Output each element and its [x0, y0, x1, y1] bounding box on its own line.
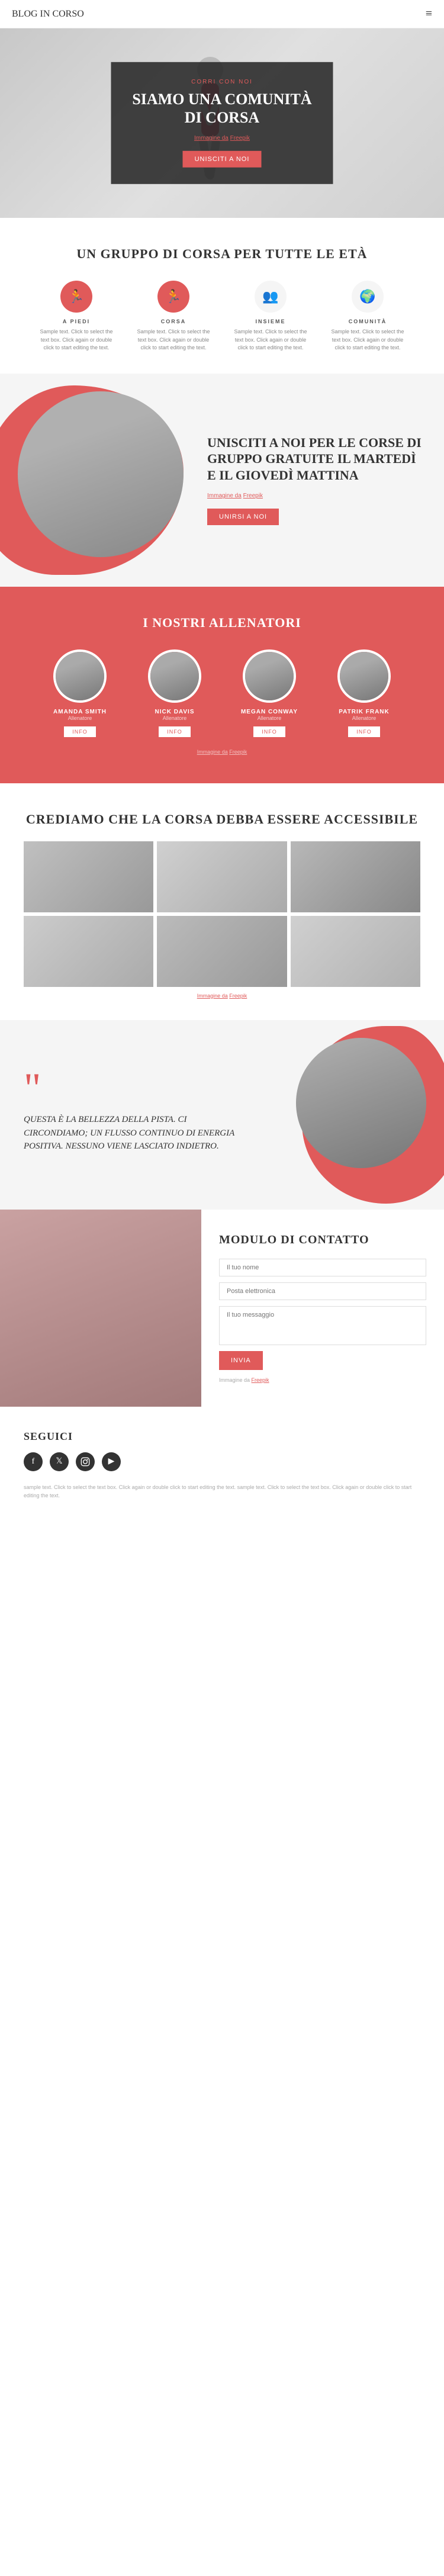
quote-section: " QUESTA È LA BELLEZZA DELLA PISTA. CI C…	[0, 1020, 444, 1210]
trainer-name-0: AMANDA SMITH	[38, 709, 121, 715]
trainer-info-btn-3[interactable]: Info	[348, 726, 380, 737]
contact-form-area: MODULO DI CONTATTO INVIA Immagine da Fre…	[201, 1210, 444, 1407]
trainer-role-1: Allenatore	[133, 715, 216, 721]
twitter-icon[interactable]: 𝕏	[50, 1452, 69, 1471]
photo-cell-4	[24, 916, 153, 987]
hero-title: SIAMO UNA COMUNITÀ DI CORSA	[130, 90, 314, 127]
trainer-card-2: MEGAN CONWAY Allenatore Info	[228, 649, 311, 737]
quote-person-bg	[296, 1038, 426, 1168]
trainer-avatar-3	[337, 649, 391, 703]
follow-title: SEGUICI	[24, 1430, 420, 1443]
hero-subtitle: Immagine da Freepik	[130, 135, 314, 141]
accessible-title: CREDIAMO CHE LA CORSA DEBBA ESSERE ACCES…	[24, 812, 420, 827]
trainer-card-1: NICK DAVIS Allenatore Info	[133, 649, 216, 737]
follow-section: SEGUICI f 𝕏 ▶ sample text. Click to sele…	[0, 1407, 444, 1524]
contact-name-input[interactable]	[219, 1259, 426, 1276]
feature-a-piedi: 🏃 A PIEDI Sample text. Click to select t…	[35, 281, 118, 352]
trainer-info-btn-0[interactable]: Info	[64, 726, 96, 737]
feature-label-1: CORSA	[132, 319, 215, 324]
contact-submit-button[interactable]: INVIA	[219, 1351, 263, 1370]
features-grid: 🏃 A PIEDI Sample text. Click to select t…	[24, 281, 420, 352]
feature-corsa: 🏃 CORSA Sample text. Click to select the…	[132, 281, 215, 352]
join-title: UNISCITI A NOI PER LE CORSE DI GRUPPO GR…	[207, 435, 426, 484]
contact-email-input[interactable]	[219, 1282, 426, 1300]
social-icons-row: f 𝕏 ▶	[24, 1452, 420, 1471]
contact-form: INVIA	[219, 1259, 426, 1370]
feature-comunita: 🌍 COMUNITÀ Sample text. Click to select …	[326, 281, 409, 352]
contact-image-credit: Immagine da Freepik	[219, 1377, 426, 1383]
hero-content: CORRI CON NOI SIAMO UNA COMUNITÀ DI CORS…	[111, 62, 333, 184]
photo-grid-bottom	[24, 916, 420, 987]
feature-desc-1: Sample text. Click to select the text bo…	[132, 328, 215, 352]
trainer-avatar-0	[53, 649, 107, 703]
hamburger-icon[interactable]: ≡	[426, 7, 432, 21]
join-person-image	[18, 391, 184, 557]
photo-cell-2	[157, 841, 287, 912]
contact-title: MODULO DI CONTATTO	[219, 1233, 426, 1247]
feature-desc-3: Sample text. Click to select the text bo…	[326, 328, 409, 352]
trainer-avatar-1	[148, 649, 201, 703]
trainer-role-2: Allenatore	[228, 715, 311, 721]
feature-insieme: 👥 INSIEME Sample text. Click to select t…	[229, 281, 312, 352]
quotation-mark-icon: "	[24, 1076, 249, 1101]
feature-icon-community: 🌍	[352, 281, 384, 313]
feature-label-0: A PIEDI	[35, 319, 118, 324]
trainer-info-btn-2[interactable]: Info	[253, 726, 285, 737]
trainer-card-0: AMANDA SMITH Allenatore Info	[38, 649, 121, 737]
trainers-title: I NOSTRI ALLENATORI	[24, 615, 420, 631]
join-section: UNISCITI A NOI PER LE CORSE DI GRUPPO GR…	[0, 374, 444, 587]
feature-desc-0: Sample text. Click to select the text bo…	[35, 328, 118, 352]
feature-icon-group: 👥	[255, 281, 287, 313]
accessible-section: CREDIAMO CHE LA CORSA DEBBA ESSERE ACCES…	[0, 783, 444, 1020]
trainer-role-3: Allenatore	[323, 715, 406, 721]
trainer-name-3: PATRIK FRANK	[323, 709, 406, 715]
photo-cell-1	[24, 841, 153, 912]
facebook-icon[interactable]: f	[24, 1452, 43, 1471]
photo-cell-6	[291, 916, 420, 987]
trainers-grid: AMANDA SMITH Allenatore Info NICK DAVIS …	[24, 649, 420, 737]
contact-section: MODULO DI CONTATTO INVIA Immagine da Fre…	[0, 1210, 444, 1407]
join-person-bg	[18, 391, 184, 557]
quote-text: QUESTA È LA BELLEZZA DELLA PISTA. CI CIR…	[24, 1113, 249, 1153]
navigation: BLOG IN CORSO ≡	[0, 0, 444, 28]
photo-cell-5	[157, 916, 287, 987]
feature-label-2: INSIEME	[229, 319, 312, 324]
nav-logo: BLOG IN CORSO	[12, 9, 84, 20]
contact-bg-image	[0, 1210, 201, 1407]
footer-text: sample text. Click to select the text bo…	[24, 1483, 420, 1500]
join-subtitle: Immagine da Freepik	[207, 493, 426, 499]
hero-cta-button[interactable]: UNISCITI A NOI	[183, 151, 262, 168]
accessible-image-credit: Immagine da Freepik	[24, 993, 420, 999]
trainer-role-0: Allenatore	[38, 715, 121, 721]
group-section: UN GRUPPO DI CORSA PER TUTTE LE ETÀ 🏃 A …	[0, 218, 444, 374]
trainer-info-btn-1[interactable]: Info	[159, 726, 191, 737]
trainers-section: I NOSTRI ALLENATORI AMANDA SMITH Allenat…	[0, 587, 444, 783]
contact-left-image	[0, 1210, 201, 1407]
feature-desc-2: Sample text. Click to select the text bo…	[229, 328, 312, 352]
photo-cell-3	[291, 841, 420, 912]
feature-icon-running: 🏃	[157, 281, 189, 313]
quote-person-image	[296, 1038, 426, 1168]
join-cta-button[interactable]: UNIRSI A NOI	[207, 509, 279, 525]
trainers-image-credit: Immagine da Freepik	[24, 749, 420, 755]
trainer-card-3: PATRIK FRANK Allenatore Info	[323, 649, 406, 737]
hero-section: CORRI CON NOI SIAMO UNA COMUNITÀ DI CORS…	[0, 28, 444, 218]
instagram-icon[interactable]	[76, 1452, 95, 1471]
quote-content: " QUESTA È LA BELLEZZA DELLA PISTA. CI C…	[24, 1076, 249, 1153]
contact-message-input[interactable]	[219, 1306, 426, 1345]
feature-label-3: COMUNITÀ	[326, 319, 409, 324]
group-section-title: UN GRUPPO DI CORSA PER TUTTE LE ETÀ	[24, 246, 420, 262]
join-content: UNISCITI A NOI PER LE CORSE DI GRUPPO GR…	[195, 411, 444, 549]
trainer-avatar-2	[243, 649, 296, 703]
photo-grid-top	[24, 841, 420, 912]
trainer-name-1: NICK DAVIS	[133, 709, 216, 715]
hero-eyebrow: CORRI CON NOI	[130, 79, 314, 85]
feature-icon-walking: 🏃	[60, 281, 92, 313]
youtube-icon[interactable]: ▶	[102, 1452, 121, 1471]
trainer-name-2: MEGAN CONWAY	[228, 709, 311, 715]
